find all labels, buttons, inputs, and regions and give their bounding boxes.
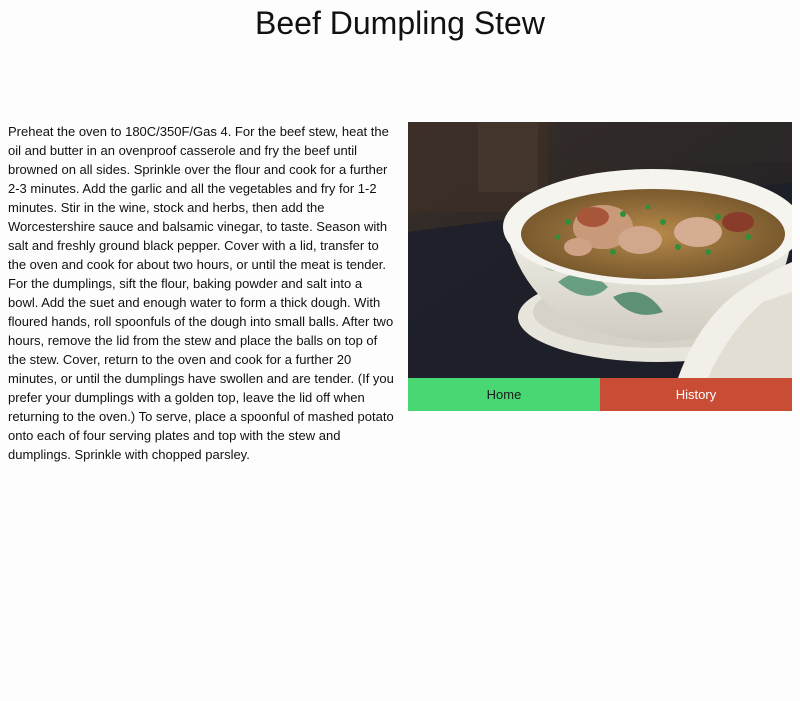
nav-bar: Home History bbox=[408, 378, 792, 411]
page-title: Beef Dumpling Stew bbox=[255, 5, 545, 41]
dumpling-soup-photo bbox=[408, 122, 792, 378]
recipe-instructions: Preheat the oven to 180C/350F/Gas 4. For… bbox=[8, 124, 394, 462]
history-button[interactable]: History bbox=[600, 378, 792, 411]
home-button[interactable]: Home bbox=[408, 378, 600, 411]
